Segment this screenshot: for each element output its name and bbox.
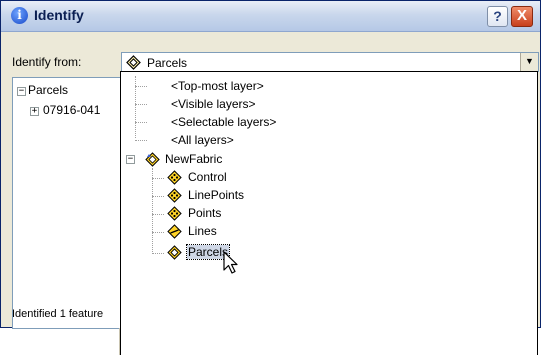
- results-tree-feature[interactable]: 07916-041: [43, 103, 100, 117]
- group-newfabric[interactable]: NewFabric: [165, 151, 222, 168]
- tree-line: [152, 232, 164, 233]
- expand-icon[interactable]: +: [30, 107, 39, 116]
- group-layer-icon: [145, 152, 160, 167]
- identify-from-value: Parcels: [147, 56, 188, 70]
- results-tree-root[interactable]: Parcels: [28, 83, 68, 97]
- info-icon: i: [11, 7, 28, 24]
- window-title: Identify: [34, 7, 84, 23]
- dropdown-arrow-icon[interactable]: ▼: [520, 53, 538, 71]
- title-bar[interactable]: i Identify ? X: [1, 1, 540, 32]
- tree-line: [135, 140, 147, 141]
- tree-line: [152, 196, 164, 197]
- point-layer-icon: [167, 170, 182, 185]
- layer-control[interactable]: Control: [188, 169, 227, 186]
- option-visible-layers[interactable]: <Visible layers>: [171, 96, 256, 113]
- layer-linepoints[interactable]: LinePoints: [188, 187, 244, 204]
- tree-line: [135, 122, 147, 123]
- point-layer-icon: [167, 188, 182, 203]
- mouse-pointer-icon: [223, 251, 238, 274]
- identify-from-label: Identify from:: [12, 55, 82, 69]
- status-text: Identified 1 feature: [12, 308, 104, 320]
- tree-line: [135, 104, 147, 105]
- help-button[interactable]: ?: [487, 6, 508, 27]
- tree-line: [152, 168, 153, 254]
- close-button[interactable]: X: [511, 6, 533, 27]
- tree-line: [152, 178, 164, 179]
- option-selectable-layers[interactable]: <Selectable layers>: [171, 114, 276, 131]
- results-tree[interactable]: − Parcels + 07916-041: [12, 77, 122, 329]
- line-layer-icon: [167, 224, 182, 239]
- option-top-most-layer[interactable]: <Top-most layer>: [171, 78, 264, 95]
- identify-from-combobox[interactable]: Parcels ▼: [121, 52, 539, 72]
- tree-line: [152, 253, 164, 254]
- polygon-layer-icon: [167, 245, 182, 260]
- collapse-icon[interactable]: −: [17, 87, 26, 96]
- layer-lines[interactable]: Lines: [188, 223, 217, 240]
- collapse-icon[interactable]: −: [126, 155, 135, 164]
- layer-points[interactable]: Points: [188, 205, 221, 222]
- tree-line: [135, 86, 147, 87]
- point-layer-icon: [167, 206, 182, 221]
- tree-line: [152, 214, 164, 215]
- layer-icon: [126, 55, 141, 70]
- option-all-layers[interactable]: <All layers>: [171, 132, 234, 149]
- identify-from-dropdown-list[interactable]: <Top-most layer> <Visible layers> <Selec…: [120, 71, 538, 355]
